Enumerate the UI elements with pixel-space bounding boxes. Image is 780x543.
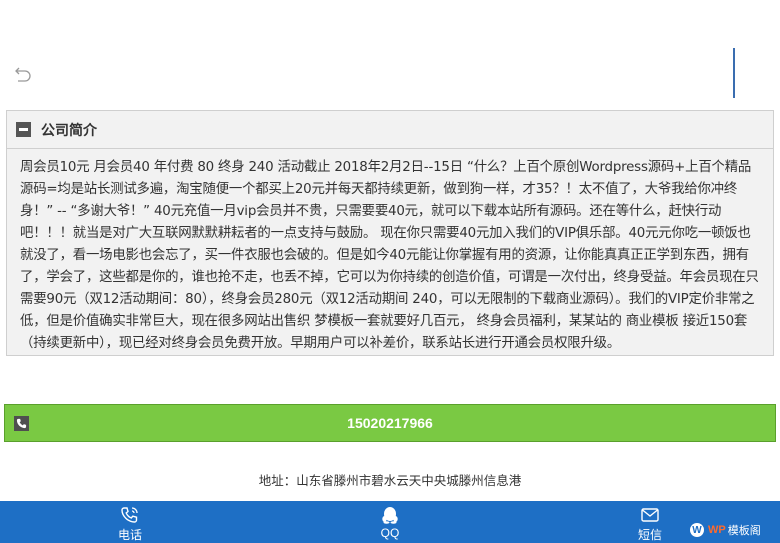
intro-header[interactable]: 公司简介 <box>7 111 773 149</box>
company-intro-panel: 公司简介 周会员10元 月会员40 年付费 80 终身 240 活动截止 201… <box>6 110 774 356</box>
text-cursor <box>733 48 735 98</box>
nav-qq-label: QQ <box>380 526 400 540</box>
logo-text: 模板阁 <box>727 525 761 537</box>
phone-icon <box>14 416 29 431</box>
phone-call-bar[interactable]: 15020217966 <box>4 404 776 442</box>
nav-call-label: 电话 <box>117 528 142 542</box>
site-logo: W WP 模板阁 <box>690 522 761 538</box>
nav-qq-button[interactable]: QQ <box>350 501 430 543</box>
nav-sms-label: 短信 <box>637 528 662 542</box>
nav-call-button[interactable]: 电话 <box>90 501 170 543</box>
wordpress-icon: W <box>690 523 704 537</box>
nav-sms-button[interactable]: 短信 <box>610 501 690 543</box>
phone-call-icon <box>121 507 138 523</box>
intro-text: 周会员10元 月会员40 年付费 80 终身 240 活动截止 2018年2月2… <box>20 160 759 351</box>
address-text: 地址：山东省滕州市碧水云天中央城滕州信息港 <box>258 474 522 488</box>
qq-penguin-icon <box>382 507 398 524</box>
intro-title: 公司简介 <box>41 121 97 138</box>
top-area <box>0 0 780 108</box>
undo-icon[interactable] <box>13 66 33 82</box>
phone-number[interactable]: 15020217966 <box>347 415 433 431</box>
envelope-icon <box>641 508 659 522</box>
logo-wp-text: WP <box>708 524 726 536</box>
collapse-icon[interactable] <box>16 122 31 137</box>
bottom-nav-bar: 电话 QQ 短信 <box>0 501 780 543</box>
